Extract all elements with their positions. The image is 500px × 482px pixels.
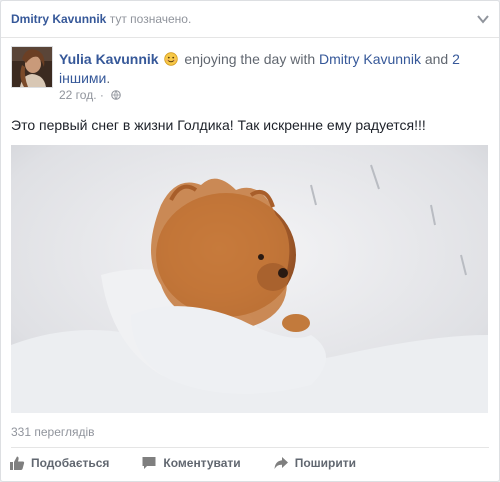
comment-button[interactable]: Коментувати [141, 453, 241, 473]
divider [11, 447, 489, 448]
tagged-friend-link[interactable]: Dmitry Kavunnik [319, 51, 421, 67]
tag-notice-text: тут позначено. [109, 12, 192, 26]
tagged-user-link[interactable]: Dmitry Kavunnik [11, 12, 106, 26]
chevron-down-icon[interactable] [477, 14, 489, 24]
smiling-face-icon [164, 52, 179, 66]
globe-icon[interactable] [111, 90, 122, 100]
like-label: Подобається [31, 456, 110, 470]
tag-notice: Dmitry Kavunnik тут позначено. [1, 1, 499, 38]
comment-label: Коментувати [163, 456, 241, 470]
post-headline: Yulia Kavunnik enjoying the day with Dmi… [59, 50, 489, 88]
like-button[interactable]: Подобається [9, 453, 109, 473]
post-timestamp[interactable]: 22 год. [59, 88, 97, 102]
video-player[interactable] [11, 145, 488, 413]
view-count: 331 переглядів [11, 425, 95, 439]
share-icon [274, 457, 288, 469]
avatar[interactable] [11, 46, 53, 88]
post-text: Это первый снег в жизни Голдика! Так иск… [11, 117, 426, 133]
post-meta: 22 год. · [59, 88, 122, 102]
thumbs-up-icon [10, 456, 25, 470]
meta-separator: · [99, 88, 104, 102]
post-card: Dmitry Kavunnik тут позначено. Yulia Kav… [0, 0, 500, 482]
share-button[interactable]: Поширити [273, 453, 356, 473]
post-header: Yulia Kavunnik enjoying the day with Dmi… [1, 38, 499, 108]
author-name[interactable]: Yulia Kavunnik [59, 51, 159, 67]
headline-period: . [106, 70, 111, 86]
and-text: and [424, 51, 449, 67]
video-thumbnail [11, 145, 488, 413]
action-bar: Подобається Коментувати Поширити [9, 453, 388, 473]
activity-text: enjoying the day with [184, 51, 316, 67]
share-label: Поширити [294, 456, 356, 470]
comment-icon [142, 457, 156, 469]
